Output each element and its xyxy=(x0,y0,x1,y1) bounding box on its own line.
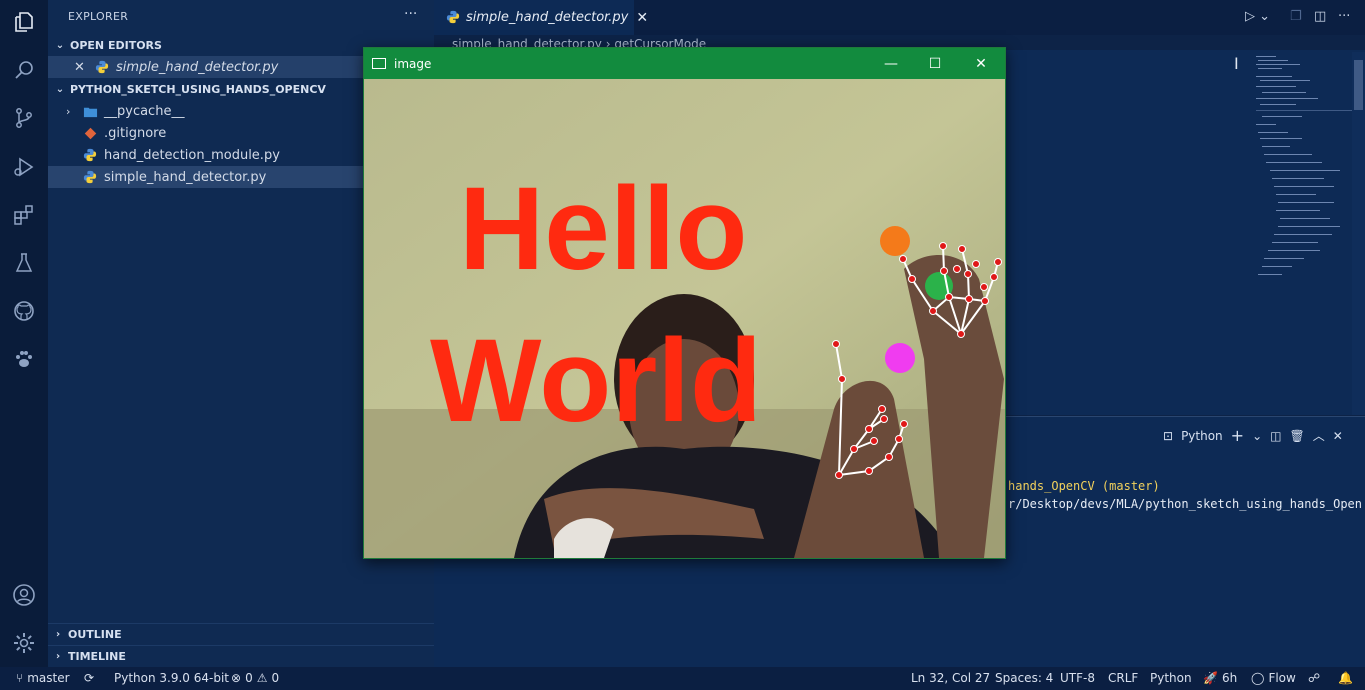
open-editors-label: OPEN EDITORS xyxy=(70,38,162,52)
language-mode[interactable]: Python xyxy=(1150,671,1192,685)
text-cursor-icon: I xyxy=(1234,54,1239,73)
tab-simple-hand-detector[interactable]: simple_hand_detector.py ✕ xyxy=(434,0,648,35)
minimize-button[interactable]: — xyxy=(869,48,913,79)
testing-flask-icon[interactable] xyxy=(12,251,36,275)
new-terminal-icon[interactable]: + xyxy=(1231,426,1244,445)
editor-tab-bar: simple_hand_detector.py ✕ ▷ ⌄ ❐ ◫ ··· xyxy=(434,0,1365,35)
maximize-panel-icon[interactable]: ︿ xyxy=(1313,427,1325,444)
run-icon[interactable]: ▷ ⌄ xyxy=(1245,9,1270,24)
terminal-icon: ⊡ xyxy=(1163,428,1174,443)
timeline-header[interactable]: › TIMELINE xyxy=(48,645,434,667)
account-icon[interactable] xyxy=(12,583,36,607)
warning-count: 0 xyxy=(271,671,280,685)
folder-icon xyxy=(82,103,98,119)
outline-label: OUTLINE xyxy=(68,628,122,641)
split-editor-icon[interactable]: ◫ xyxy=(1314,9,1326,24)
minimap[interactable] xyxy=(1256,54,1352,284)
copy-icon[interactable]: ❐ xyxy=(1290,9,1302,24)
extensions-icon[interactable] xyxy=(12,203,36,227)
feedback-icon[interactable]: ☍ xyxy=(1308,671,1320,685)
status-bar: ⑂ master ⟳ Python 3.9.0 64-bit ⊗ 0 ⚠ 0 L… xyxy=(0,667,1365,690)
search-icon[interactable] xyxy=(12,58,36,82)
circle-icon: ◯ xyxy=(1251,671,1265,685)
more-actions-icon[interactable]: ··· xyxy=(1338,9,1350,24)
cursor-position[interactable]: Ln 32, Col 27 xyxy=(911,671,990,685)
encoding[interactable]: UTF-8 xyxy=(1060,671,1095,685)
paw-icon[interactable] xyxy=(12,347,36,371)
chevron-down-icon[interactable]: ⌄ xyxy=(1252,429,1262,443)
python-file-icon xyxy=(82,147,98,163)
python-interpreter[interactable]: Python 3.9.0 64-bit xyxy=(114,671,229,685)
orange-marker xyxy=(880,226,910,256)
chevron-down-icon: ⌄ xyxy=(55,39,65,51)
project-label: PYTHON_SKETCH_USING_HANDS_OPENCV xyxy=(70,82,326,96)
error-icon: ⊗ xyxy=(231,671,242,685)
close-icon[interactable]: ✕ xyxy=(636,10,648,26)
error-count: 0 xyxy=(245,671,253,685)
timeline-label: TIMELINE xyxy=(68,650,126,663)
close-panel-icon[interactable]: ✕ xyxy=(1333,429,1343,443)
github-icon[interactable] xyxy=(12,299,36,323)
terminal-line: hands_OpenCV (master) xyxy=(1008,479,1160,493)
run-debug-icon[interactable] xyxy=(12,155,36,179)
git-icon xyxy=(82,125,98,141)
branch-label: master xyxy=(27,671,70,685)
explorer-more-button[interactable]: ··· xyxy=(404,6,417,22)
flow-status[interactable]: ◯ Flow xyxy=(1251,671,1296,685)
explorer-title: EXPLORER xyxy=(68,10,129,23)
source-control-icon[interactable] xyxy=(12,106,36,130)
time-tracker[interactable]: 🚀 6h xyxy=(1203,671,1237,685)
time-label: 6h xyxy=(1221,671,1238,685)
file-tree-label: hand_detection_module.py xyxy=(104,147,280,163)
file-tree-label: .gitignore xyxy=(104,125,167,141)
terminal-line: r/Desktop/devs/MLA/python_sketch_using_h… xyxy=(1008,497,1363,511)
tab-label: simple_hand_detector.py xyxy=(466,10,629,25)
open-editor-filename: simple_hand_detector.py xyxy=(116,59,279,75)
vscode-window: EXPLORER ··· ⌄ OPEN EDITORS ✕ simple_han… xyxy=(0,0,1365,690)
webcam-frame: Hello World xyxy=(364,79,1005,558)
split-terminal-icon[interactable]: ◫ xyxy=(1270,429,1281,443)
editor-scrollbar-thumb[interactable] xyxy=(1354,60,1363,110)
line-ending[interactable]: CRLF xyxy=(1108,671,1138,685)
terminal-actions: ⊡ Python + ⌄ ◫ 🗑 ︿ ✕ xyxy=(1163,426,1343,445)
chevron-right-icon: › xyxy=(55,651,61,662)
file-tree-label: simple_hand_detector.py xyxy=(104,169,267,185)
explorer-icon[interactable] xyxy=(12,10,36,34)
branch-status[interactable]: ⑂ master xyxy=(16,671,70,685)
python-file-icon xyxy=(446,10,460,26)
flow-label: Flow xyxy=(1268,671,1296,685)
maximize-button[interactable]: ☐ xyxy=(913,48,957,79)
settings-gear-icon[interactable] xyxy=(12,631,36,655)
rocket-icon: 🚀 xyxy=(1203,671,1218,685)
bell-icon[interactable]: 🔔 xyxy=(1338,671,1353,685)
magenta-marker xyxy=(885,343,915,373)
drawn-text-hello: Hello xyxy=(459,163,748,295)
chevron-down-icon: ⌄ xyxy=(55,83,65,95)
git-branch-icon: ⑂ xyxy=(16,671,24,685)
terminal-type[interactable]: Python xyxy=(1181,429,1223,443)
drawn-text-world: World xyxy=(430,315,762,447)
chevron-right-icon: › xyxy=(55,629,61,640)
window-app-icon xyxy=(372,58,386,69)
window-close-button[interactable]: ✕ xyxy=(959,48,1003,79)
trash-icon[interactable]: 🗑 xyxy=(1289,429,1304,443)
outline-header[interactable]: › OUTLINE xyxy=(48,623,434,645)
python-file-icon xyxy=(82,169,98,185)
indentation[interactable]: Spaces: 4 xyxy=(995,671,1053,685)
image-window-title: image xyxy=(394,56,432,71)
python-file-icon xyxy=(94,59,110,75)
webcam-image: Hello World xyxy=(364,79,1005,558)
image-window[interactable]: image — ☐ ✕ Hello World xyxy=(363,47,1006,559)
chevron-right-icon: › xyxy=(66,104,71,118)
close-icon[interactable]: ✕ xyxy=(74,60,90,75)
sync-icon[interactable]: ⟳ xyxy=(84,671,94,685)
warning-icon: ⚠ xyxy=(256,671,268,685)
file-tree-label: __pycache__ xyxy=(104,103,185,119)
image-window-titlebar[interactable]: image — ☐ ✕ xyxy=(364,48,1005,79)
activity-bar xyxy=(0,0,48,667)
problems-status[interactable]: ⊗ 0 ⚠ 0 xyxy=(231,671,279,685)
